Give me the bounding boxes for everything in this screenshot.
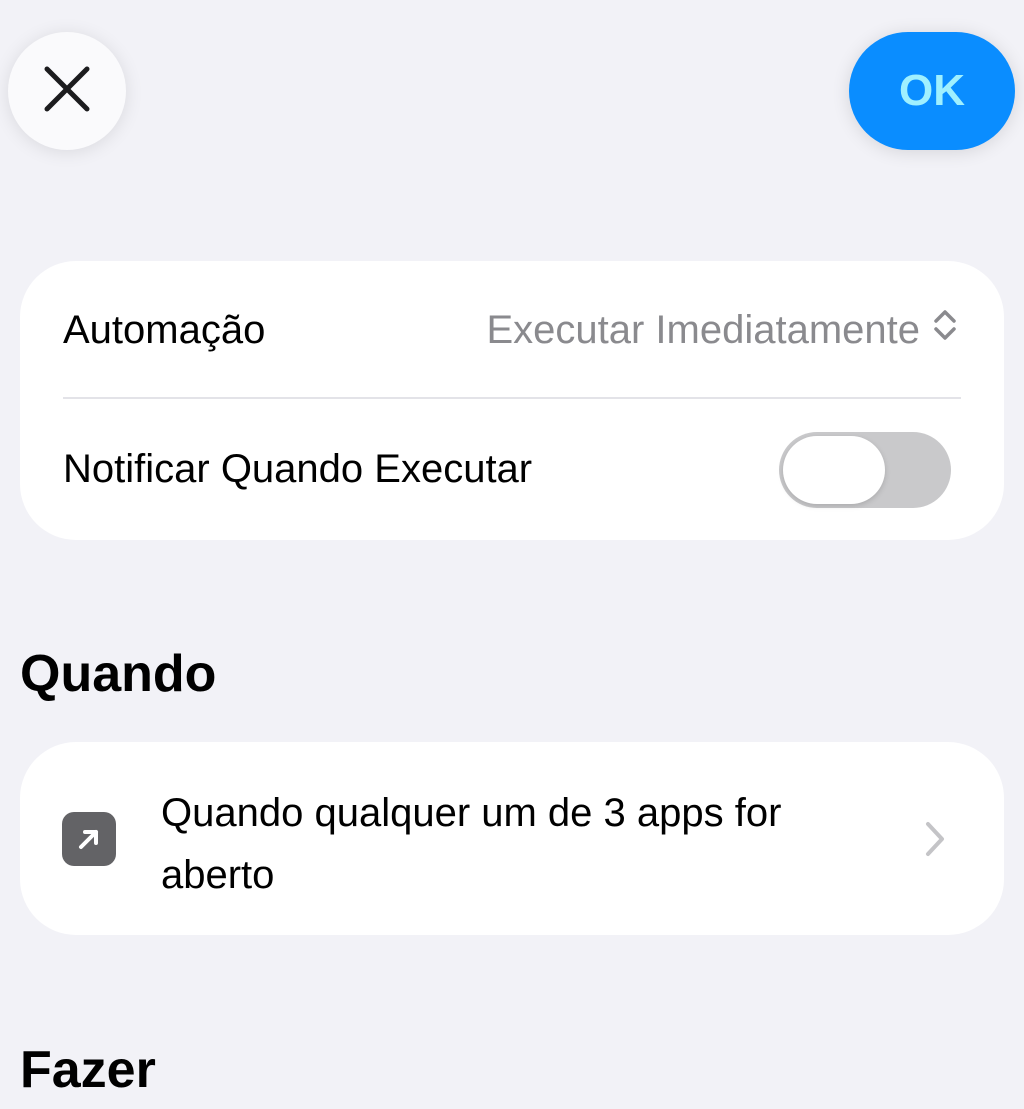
automation-picker[interactable]: Executar Imediatamente [486, 307, 958, 353]
when-trigger-card[interactable]: Quando qualquer um de 3 apps for aberto [20, 742, 1004, 935]
do-section-title: Fazer [20, 1041, 156, 1099]
automation-settings-card: Automação Executar Imediatamente Notific… [20, 261, 1004, 540]
chevron-right-icon [924, 820, 946, 863]
automation-label: Automação [63, 307, 266, 352]
trigger-description: Quando qualquer um de 3 apps for aberto [161, 791, 782, 897]
close-button[interactable] [8, 32, 126, 150]
notify-toggle[interactable] [779, 432, 951, 508]
automation-row[interactable]: Automação Executar Imediatamente [20, 261, 1004, 399]
notify-label: Notificar Quando Executar [63, 447, 533, 491]
when-section-title: Quando [20, 645, 217, 703]
chevron-up-down-icon [932, 307, 958, 353]
ok-button[interactable]: OK [849, 32, 1015, 150]
toggle-knob [783, 436, 885, 504]
automation-value: Executar Imediatamente [486, 307, 920, 352]
arrow-up-right-square-icon [62, 812, 116, 866]
xmark-icon [41, 63, 93, 120]
notify-row: Notificar Quando Executar [20, 399, 1004, 540]
